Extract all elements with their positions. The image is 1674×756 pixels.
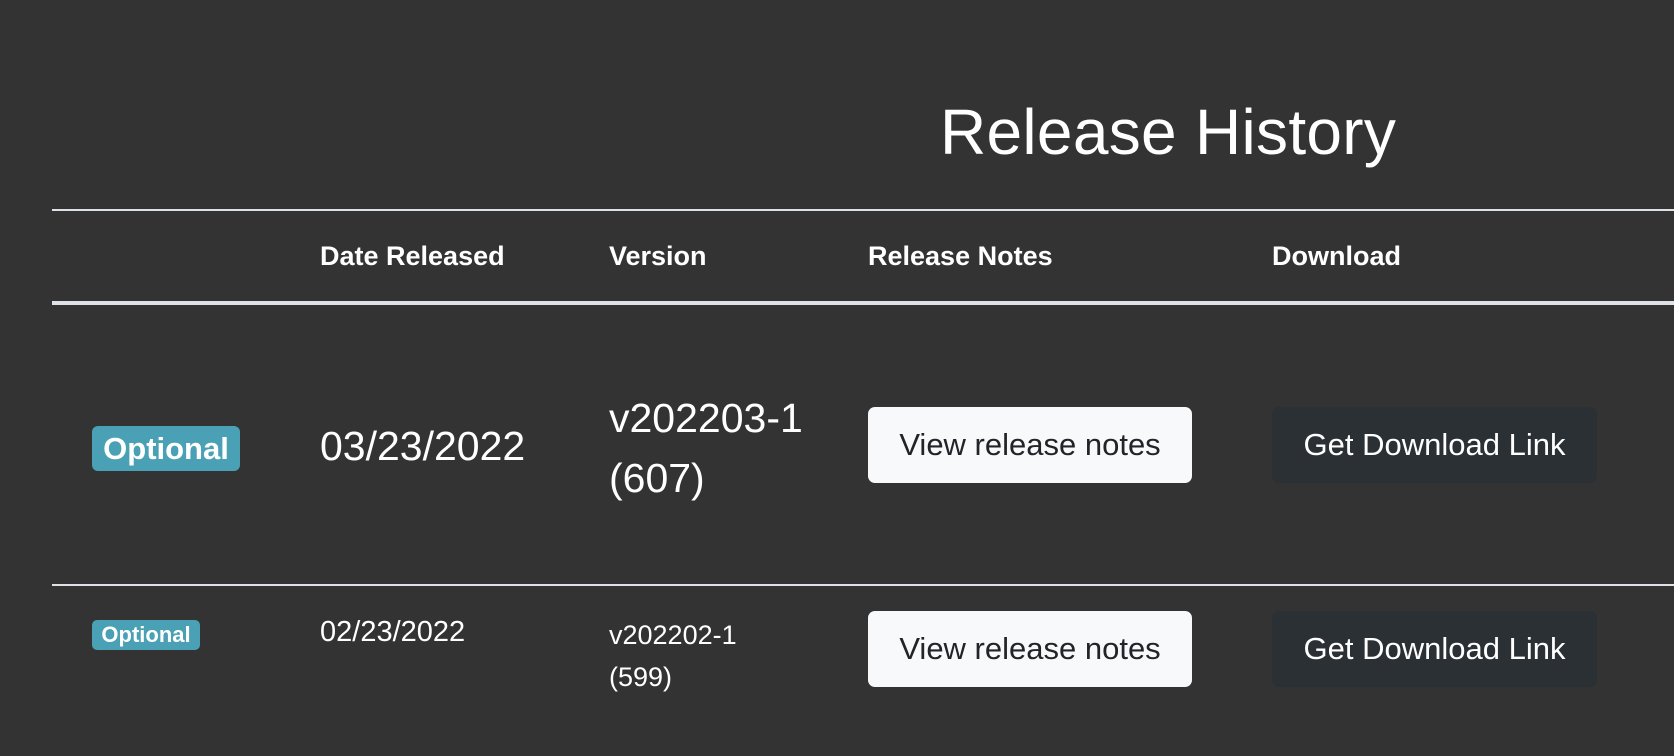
table-header-rule [52,301,1674,305]
get-download-link-button[interactable]: Get Download Link [1272,611,1597,687]
page-title: Release History [940,96,1397,168]
view-release-notes-button[interactable]: View release notes [868,407,1192,483]
release-version: v202202-1 (599) [609,620,737,692]
status-badge: Optional [92,620,200,650]
table-top-rule [52,209,1674,211]
header-release-notes: Release Notes [868,241,1053,271]
status-badge: Optional [92,426,240,471]
header-download: Download [1272,241,1401,271]
release-version: v202203-1 (607) [609,395,803,501]
row-divider [52,584,1674,586]
get-download-link-button[interactable]: Get Download Link [1272,407,1597,483]
release-date: 03/23/2022 [320,423,526,469]
header-version: Version [609,241,707,271]
view-release-notes-button[interactable]: View release notes [868,611,1192,687]
release-date: 02/23/2022 [320,616,466,648]
header-date-released: Date Released [320,241,505,271]
